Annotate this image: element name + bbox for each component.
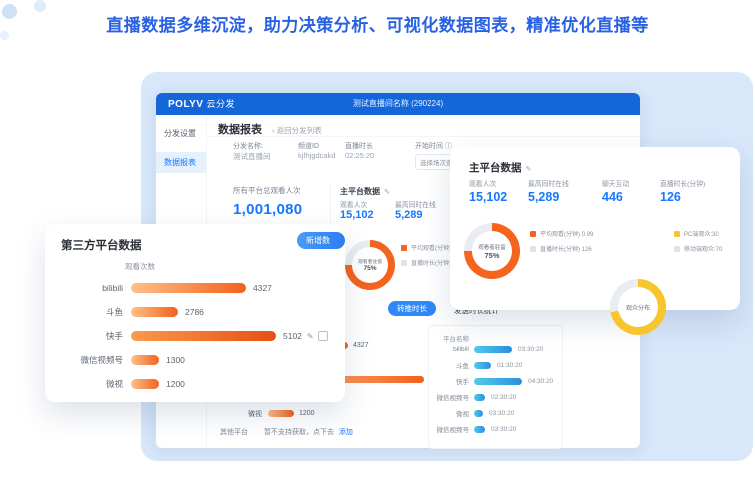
bar-row: 微视 1200 [214, 408, 315, 419]
decor-dot [0, 31, 9, 40]
tab-push-duration[interactable]: 转推时长 [388, 301, 436, 316]
page-title: 数据报表 [218, 121, 262, 137]
bar-row: bilibili 4327 [55, 282, 272, 294]
bar [131, 355, 159, 365]
bar [131, 283, 246, 293]
breadcrumb[interactable]: ‹ 返回分发列表 [272, 125, 322, 136]
mini-stat: 最高同时在线 5,289 [395, 199, 436, 221]
axis-label: 观看次数 [125, 261, 155, 272]
bar-row: 微视 1200 [55, 378, 185, 390]
bar-row: 斗鱼 2786 [55, 306, 204, 318]
sidebar-item-data-report[interactable]: 数据报表 [156, 152, 206, 173]
viewer-retention-donut: 观看者驻留 75% [464, 223, 520, 279]
legend-swatch [530, 246, 536, 252]
bar [131, 331, 276, 341]
bar-row: 微信视频号 1300 [55, 354, 185, 366]
column-header: 平台名称 [443, 333, 469, 343]
donut-legend: PC端观众:30 移动端观众:70 [674, 229, 722, 259]
legend-swatch [674, 246, 680, 252]
info-field: 分发名称: 测试直播间 [233, 141, 271, 162]
edit-icon[interactable]: ✎ [526, 166, 532, 173]
push-duration-panel: 平台名称 bilibili 03:30:20 斗鱼 01:30:20 快手 [428, 325, 563, 449]
viewer-retention-donut: 观看者驻留 75% [345, 240, 395, 290]
main-platform-data-card: 主平台数据 ✎ 观看人次 15,102 最高同时在线 5,289 聊天互动 446… [450, 147, 740, 310]
edit-icon[interactable]: ✎ [384, 189, 390, 196]
bar-row: 快手 04:30:20 [429, 376, 562, 386]
bar [474, 410, 483, 417]
add-link[interactable]: 添加 [339, 429, 353, 436]
bar [474, 362, 491, 369]
bar [474, 346, 512, 353]
page: 直播数据多维沉淀，助力决策分析、可视化数据图表，精准优化直播等 测试直播间名称 … [0, 0, 755, 492]
audience-distribution-donut: 观众分布 [610, 279, 666, 335]
divider [206, 136, 640, 137]
legend-swatch [674, 231, 680, 237]
mini-platform-title: 主平台数据✎ [340, 181, 390, 199]
info-field: 直播时长 02:25:20 [345, 141, 374, 160]
third-party-data-card: 第三方平台数据 新增数据 观看次数 bilibili 4327 斗鱼 2786 … [45, 224, 345, 402]
bar [474, 378, 522, 385]
stat-peak-online: 最高同时在线 5,289 [528, 178, 569, 204]
total-views-stat: 所有平台总观看人次 1,001,080 [233, 185, 302, 218]
stat-chat-interactions: 聊天互动 446 [602, 178, 629, 204]
sidebar-item-distribution-settings[interactable]: 分发设置 [156, 123, 206, 144]
add-data-button[interactable]: 新增数据 [297, 232, 345, 249]
row-action-icon[interactable] [318, 331, 328, 341]
edit-icon[interactable]: ✎ [307, 332, 314, 341]
card-title: 主平台数据 [469, 162, 522, 174]
decor-dot [34, 0, 46, 12]
legend-swatch [530, 231, 536, 237]
unsupported-platform-note: 其他平台 暂不支持获取，点下去 添加 [220, 427, 353, 437]
donut-legend: 平均观看(分钟) 0.99 直播时长(分钟) 126 [530, 229, 593, 259]
bar-row: bilibili 03:30:20 [429, 344, 562, 354]
bar-row: 微信视频号 02:30:20 [429, 392, 562, 402]
bar-row: 微视 03:30:20 [429, 408, 562, 418]
brand-logo: POLYV云分发 [168, 93, 235, 115]
page-headline: 直播数据多维沉淀，助力决策分析、可视化数据图表，精准优化直播等 [0, 11, 755, 36]
stat-views: 观看人次 15,102 [469, 178, 507, 204]
info-field: 频道ID kjfhjgdcakd [298, 141, 336, 160]
stat-duration: 直播时长(分钟) 126 [660, 178, 705, 204]
bar [474, 394, 485, 401]
bar [131, 307, 178, 317]
legend-swatch [401, 245, 407, 251]
bar [131, 379, 159, 389]
bar-row: 斗鱼 01:30:20 [429, 360, 562, 370]
decor-dot [2, 4, 17, 19]
bar [268, 410, 294, 417]
bar-row: 微信视频号 03:30:20 [429, 424, 562, 434]
legend-swatch [401, 260, 407, 266]
bar [474, 426, 485, 433]
card-title: 第三方平台数据 [61, 237, 142, 253]
mini-stat: 观看人次 15,102 [340, 199, 374, 221]
bar-row: 快手 5102 ✎ [55, 330, 328, 342]
window-header: 测试直播间名称 (290224) POLYV云分发 [156, 93, 640, 115]
